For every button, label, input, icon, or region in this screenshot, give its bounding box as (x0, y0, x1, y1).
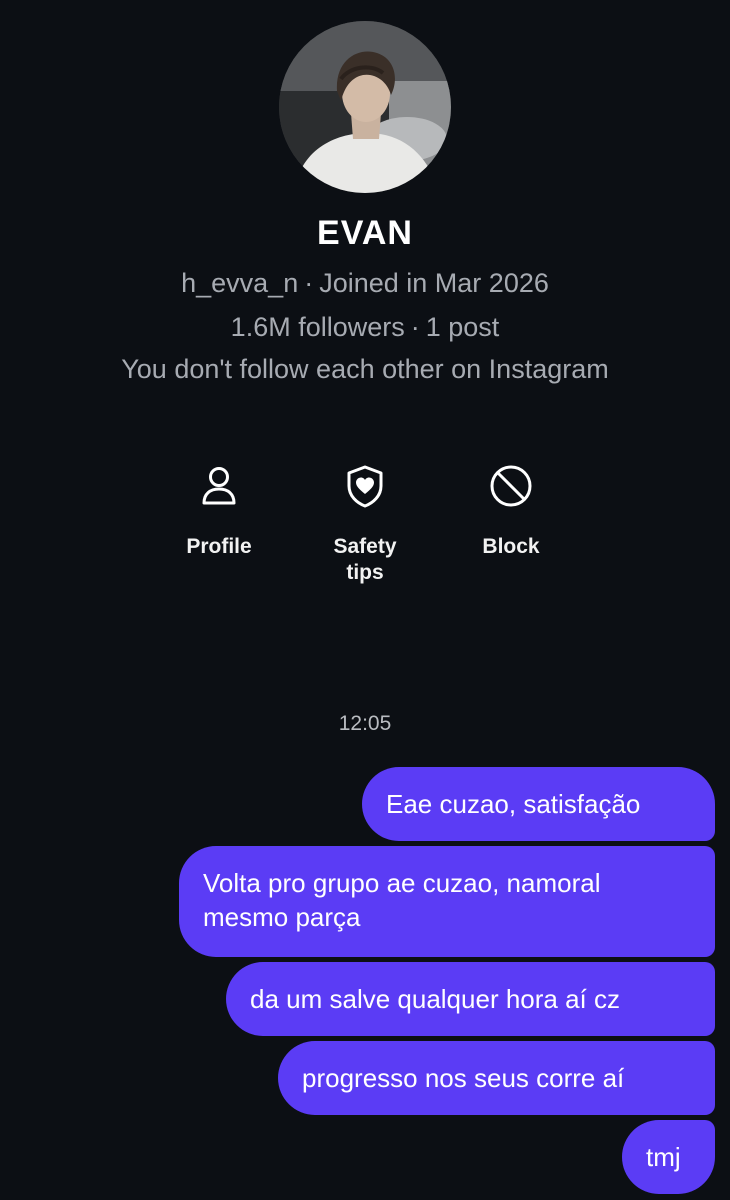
profile-name: EVAN (317, 214, 413, 252)
person-icon (202, 467, 236, 505)
block-icon (490, 465, 532, 507)
safety-tips-button-label: Safety tips (333, 535, 397, 584)
safety-tips-button[interactable]: Safety tips (305, 462, 425, 586)
follow-status: You don't follow each other on Instagram (121, 354, 609, 384)
message-timestamp: 12:05 (338, 712, 392, 735)
block-button-label: Block (482, 535, 540, 558)
message-bubble[interactable]: da um salve qualquer hora aí cz (226, 962, 715, 1036)
message-bubble[interactable]: progresso nos seus corre aí (278, 1041, 715, 1115)
shield-heart-icon (347, 465, 383, 508)
separator: · (304, 268, 314, 298)
profile-button[interactable]: Profile (159, 462, 279, 560)
message-bubble[interactable]: Volta pro grupo ae cuzao, namoral mesmo … (179, 846, 715, 957)
message-bubble[interactable]: Eae cuzao, satisfação (362, 767, 715, 841)
followers-count: 1.6M followers (230, 312, 405, 342)
joined-date: Joined in Mar 2026 (319, 268, 549, 298)
message-bubble[interactable]: tmj (622, 1120, 715, 1194)
profile-stats: 1.6M followers · 1 post (0, 312, 730, 343)
dm-thread-screen: EVAN h_evva_n · Joined in Mar 2026 1.6M fo… (0, 0, 730, 1200)
posts-count: 1 post (425, 312, 500, 342)
block-button[interactable]: Block (451, 462, 571, 560)
profile-button-label: Profile (186, 535, 252, 558)
avatar[interactable] (279, 21, 451, 193)
avatar-photo (279, 21, 451, 193)
profile-username-joined: h_evva_n · Joined in Mar 2026 (0, 268, 730, 299)
separator: · (410, 312, 420, 342)
username: h_evva_n (181, 268, 299, 298)
